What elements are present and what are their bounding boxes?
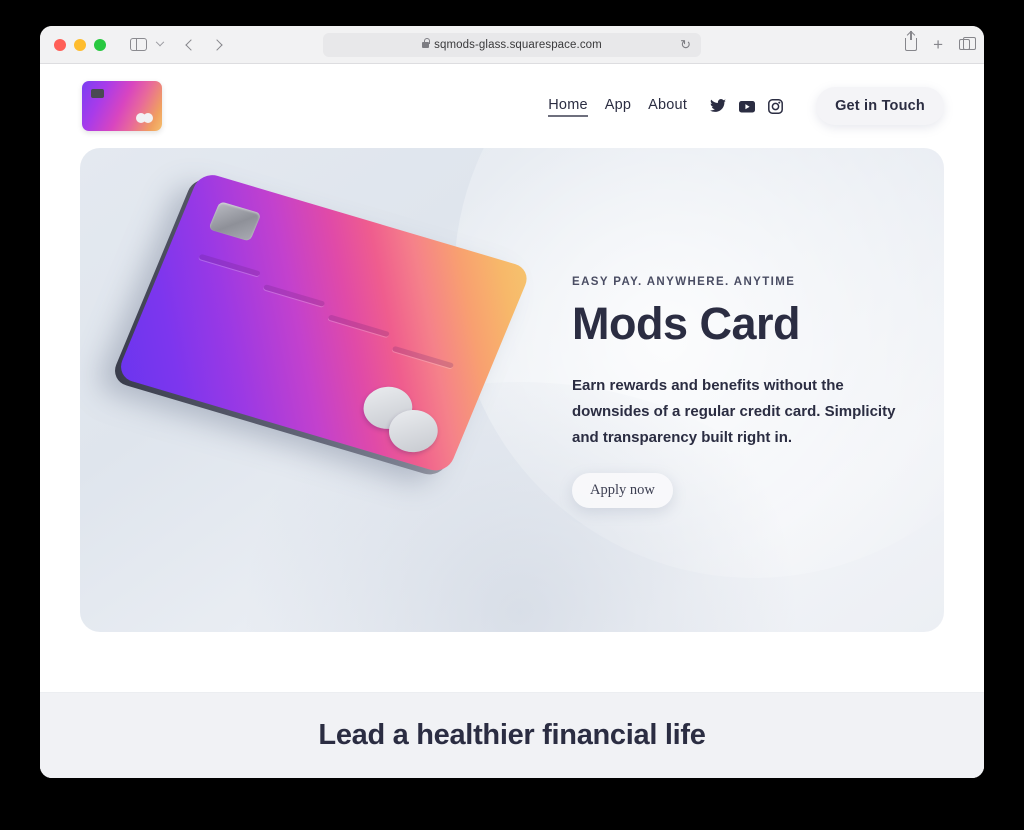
chevron-down-icon[interactable]: [155, 37, 165, 46]
window-controls[interactable]: [54, 38, 106, 51]
forward-button[interactable]: [211, 38, 223, 51]
back-button[interactable]: [185, 38, 197, 51]
nav-item-home[interactable]: Home: [548, 97, 589, 117]
tabs-overview-icon[interactable]: [959, 36, 976, 50]
sidebar-icon: [130, 38, 147, 51]
get-in-touch-button[interactable]: Get in Touch: [816, 87, 944, 125]
web-page: Home App About Get in Touch EASY PAY. AN…: [40, 64, 984, 778]
screenshot-stage: sqmods-glass.squarespace.com ↻ + Home Ap…: [0, 0, 1024, 830]
hero-eyebrow: EASY PAY. ANYWHERE. ANYTIME: [572, 276, 796, 288]
url-text: sqmods-glass.squarespace.com: [434, 39, 602, 51]
hero-panel: EASY PAY. ANYWHERE. ANYTIME Mods Card Ea…: [80, 148, 944, 632]
card-number-line: [262, 284, 326, 307]
address-bar[interactable]: sqmods-glass.squarespace.com ↻: [323, 33, 701, 57]
site-header: Home App About Get in Touch: [40, 64, 984, 148]
reload-button[interactable]: ↻: [680, 37, 691, 53]
mods-card-logo[interactable]: [82, 81, 162, 131]
minimize-button[interactable]: [74, 38, 86, 51]
hero-subcopy: Earn rewards and benefits without the do…: [572, 377, 896, 446]
safari-window: sqmods-glass.squarespace.com ↻ + Home Ap…: [40, 26, 984, 778]
main-nav: Home App About Get in Touch: [548, 87, 944, 125]
instagram-icon[interactable]: [768, 98, 784, 114]
card-number-line: [391, 345, 455, 369]
band-title: Lead a healthier financial life: [318, 719, 706, 751]
lock-icon: [422, 38, 430, 48]
sidebar-toggle-button[interactable]: [130, 38, 147, 51]
logo-chip-icon: [91, 89, 104, 98]
card-number-line: [327, 314, 390, 338]
zoom-button[interactable]: [94, 38, 106, 51]
section-band: Lead a healthier financial life: [40, 692, 984, 778]
browser-toolbar: sqmods-glass.squarespace.com ↻ +: [40, 26, 984, 64]
apply-now-button[interactable]: Apply now: [572, 472, 673, 508]
twitter-icon[interactable]: [710, 99, 727, 113]
nav-item-app[interactable]: App: [605, 97, 631, 116]
share-icon[interactable]: [905, 31, 918, 51]
card-number-line: [198, 253, 261, 277]
new-tab-button[interactable]: +: [933, 36, 943, 53]
hero-copy: EASY PAY. ANYWHERE. ANYTIME Mods Card Ea…: [572, 276, 912, 508]
hero-card-illustration: [109, 170, 532, 570]
nav-item-about[interactable]: About: [648, 97, 687, 116]
youtube-icon[interactable]: [739, 100, 756, 113]
logo-dots-icon: [136, 113, 153, 123]
close-button[interactable]: [54, 38, 66, 51]
hero-headline: Mods Card: [572, 298, 801, 349]
social-links: [710, 98, 784, 114]
card-chip-icon: [208, 201, 262, 242]
